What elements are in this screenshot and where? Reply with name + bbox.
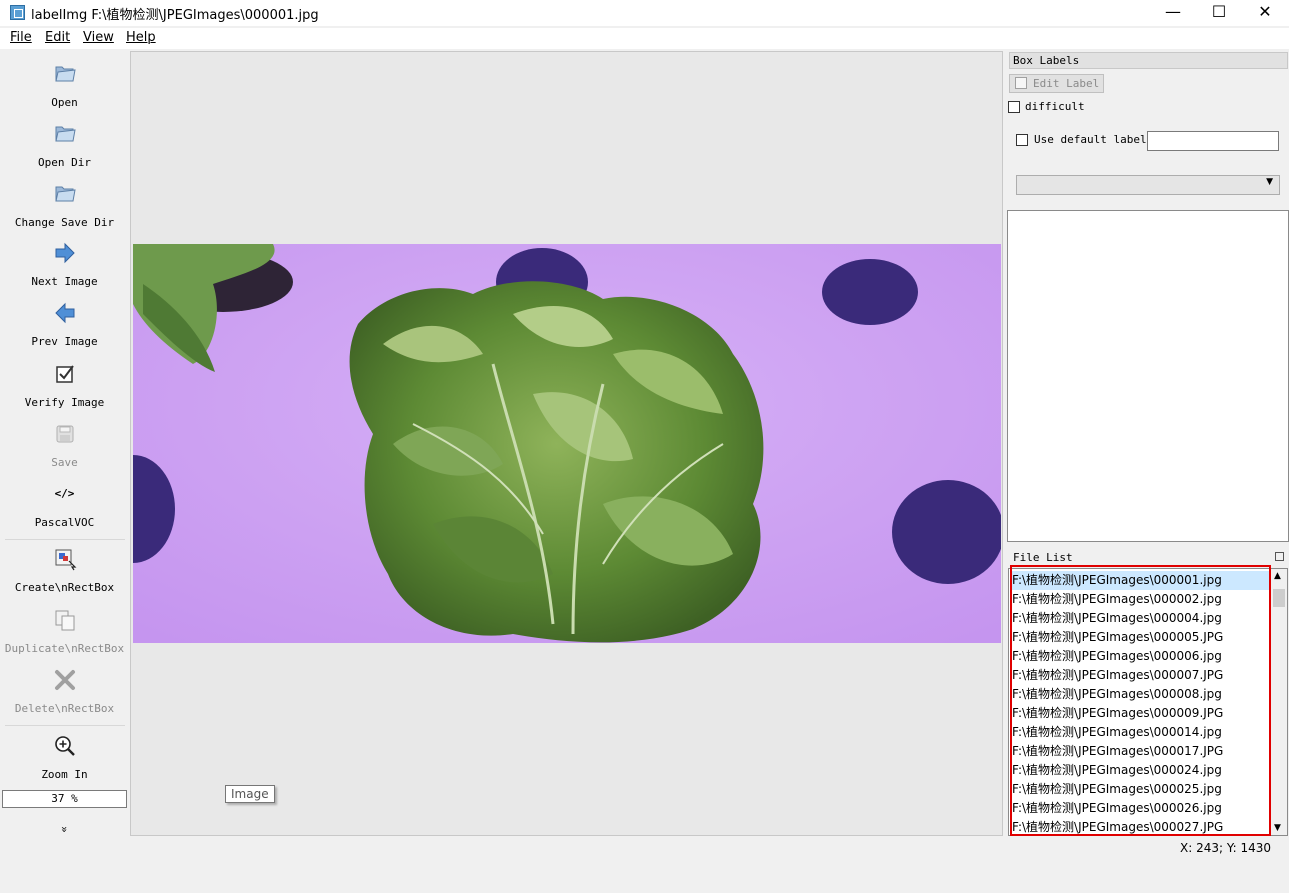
file-list-item[interactable]: F:\植物检测\JPEGImages\000004.jpg: [1012, 609, 1274, 628]
edit-label-button[interactable]: Edit Label: [1009, 74, 1104, 93]
file-list-item[interactable]: F:\植物检测\JPEGImages\000009.JPG: [1012, 704, 1274, 723]
next-image-label: Next Image: [31, 275, 98, 288]
open-label: Open: [51, 96, 78, 109]
float-dock-icon[interactable]: [1275, 552, 1284, 561]
change-save-dir-label: Change Save Dir: [14, 216, 115, 229]
toolbar-separator: [5, 539, 125, 540]
file-list-item[interactable]: F:\植物检测\JPEGImages\000017.JPG: [1012, 742, 1274, 761]
file-list-item[interactable]: F:\植物检测\JPEGImages\000025.jpg: [1012, 780, 1274, 799]
canvas-tooltip: Image: [225, 785, 275, 803]
file-list-item[interactable]: F:\植物检测\JPEGImages\000005.JPG: [1012, 628, 1274, 647]
checkbox-check-icon: [56, 365, 74, 383]
scrollbar-thumb[interactable]: [1273, 589, 1285, 607]
default-label-input[interactable]: [1147, 131, 1279, 151]
file-list-scrollbar[interactable]: ▲ ▼: [1271, 569, 1287, 835]
verify-image-label: Verify Image: [24, 396, 105, 409]
zoom-in-icon: [55, 736, 75, 756]
folder-icon: [55, 126, 76, 142]
status-bar: X: 243; Y: 1430: [0, 838, 1289, 859]
file-list-item[interactable]: F:\植物检测\JPEGImages\000002.jpg: [1012, 590, 1274, 609]
delete-x-icon: [55, 670, 75, 690]
app-icon: [10, 5, 25, 20]
scroll-down-icon[interactable]: ▼: [1274, 823, 1281, 833]
prev-image-label: Prev Image: [31, 335, 98, 348]
arrow-left-icon: [55, 302, 75, 324]
file-list-item[interactable]: F:\植物检测\JPEGImages\000014.jpg: [1012, 723, 1274, 742]
lettuce-photo: [133, 244, 1001, 643]
toolbar: Open Open Dir Change Save Dir Next Image…: [1, 51, 128, 836]
file-list-title: File List: [1009, 549, 1288, 566]
arrow-right-icon: [55, 242, 75, 264]
delete-rectbox-label: Delete\nRectBox: [14, 702, 115, 715]
use-default-label-label: Use default label: [1034, 133, 1147, 146]
format-label: PascalVOC: [34, 516, 95, 529]
menu-bar: File Edit View Help: [0, 28, 1289, 49]
file-list-item[interactable]: F:\植物检测\JPEGImages\000006.jpg: [1012, 647, 1274, 666]
chevron-double-down-icon: »: [58, 826, 71, 833]
difficult-checkbox[interactable]: [1008, 101, 1020, 113]
use-default-label-checkbox[interactable]: [1016, 134, 1028, 146]
difficult-label: difficult: [1025, 100, 1085, 113]
menu-file[interactable]: File: [10, 30, 32, 45]
menu-edit[interactable]: Edit: [45, 30, 70, 45]
duplicate-rectbox-label: Duplicate\nRectBox: [4, 642, 125, 655]
file-list-item[interactable]: F:\植物检测\JPEGImages\000008.jpg: [1012, 685, 1274, 704]
title-bar: labelImg F:\植物检测\JPEGImages\000001.jpg —…: [0, 0, 1289, 26]
folder-icon: [55, 186, 76, 202]
edit-label-text: Edit Label: [1033, 77, 1100, 90]
scroll-up-icon[interactable]: ▲: [1274, 571, 1281, 581]
box-labels-title: Box Labels: [1009, 52, 1288, 69]
toolbar-separator: [5, 725, 125, 726]
maximize-button[interactable]: ☐: [1196, 0, 1242, 26]
create-box-icon: [55, 549, 77, 571]
dropdown-arrow-icon: ▼: [1266, 177, 1273, 187]
pencil-icon: [1015, 77, 1027, 89]
open-dir-label: Open Dir: [38, 156, 91, 169]
menu-help[interactable]: Help: [126, 30, 156, 45]
file-list-item[interactable]: F:\植物检测\JPEGImages\000027.JPG: [1012, 818, 1274, 835]
folder-icon: [55, 66, 76, 82]
menu-view[interactable]: View: [83, 30, 114, 45]
label-combobox[interactable]: ▼: [1016, 175, 1280, 195]
file-list-item[interactable]: F:\植物检测\JPEGImages\000007.JPG: [1012, 666, 1274, 685]
file-list[interactable]: F:\植物检测\JPEGImages\000001.jpg F:\植物检测\JP…: [1008, 568, 1288, 836]
window-title: labelImg F:\植物检测\JPEGImages\000001.jpg: [31, 8, 319, 23]
image-canvas[interactable]: Image: [130, 51, 1003, 836]
file-list-item[interactable]: F:\植物检测\JPEGImages\000026.jpg: [1012, 799, 1274, 818]
save-label: Save: [51, 456, 78, 469]
code-icon: </>: [54, 487, 75, 500]
file-list-item[interactable]: F:\植物检测\JPEGImages\000001.jpg: [1012, 571, 1274, 590]
minimize-button[interactable]: —: [1150, 0, 1196, 26]
file-list-item[interactable]: F:\植物检测\JPEGImages\000024.jpg: [1012, 761, 1274, 780]
close-button[interactable]: ✕: [1242, 0, 1288, 26]
label-list[interactable]: [1007, 210, 1289, 542]
create-rectbox-label: Create\nRectBox: [14, 581, 115, 594]
cursor-coordinates: X: 243; Y: 1430: [1180, 841, 1271, 855]
floppy-disk-icon: [56, 425, 74, 443]
duplicate-icon: [55, 610, 75, 631]
